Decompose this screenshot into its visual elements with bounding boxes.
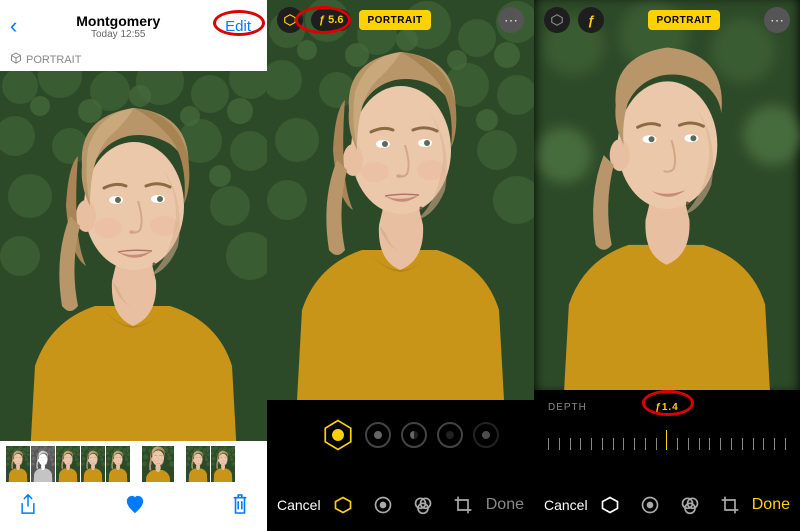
adjust-tab-icon[interactable]: [373, 495, 393, 515]
thumbnail[interactable]: [6, 446, 30, 482]
aperture-pill[interactable]: ƒ 5.6: [311, 9, 351, 31]
editor-tool-tabs: [321, 495, 486, 515]
crop-tab-icon[interactable]: [453, 495, 473, 515]
crop-tab-icon[interactable]: [720, 495, 740, 515]
trash-icon[interactable]: [231, 493, 249, 521]
aperture-value: ƒ 5.6: [319, 14, 343, 26]
portrait-mode-badge[interactable]: PORTRAIT: [648, 10, 719, 30]
lighting-stage[interactable]: [437, 422, 463, 448]
more-icon[interactable]: ⋯: [498, 7, 524, 33]
aperture-toggle-button[interactable]: ƒ: [578, 7, 604, 33]
adjust-tab-icon[interactable]: [640, 495, 660, 515]
lighting-toggle-button[interactable]: [544, 7, 570, 33]
main-photo[interactable]: [0, 71, 267, 441]
lighting-studio[interactable]: [365, 422, 391, 448]
editor-depth-pane: ƒ PORTRAIT ⋯ DEPTH ƒ1.4 Cancel Done: [534, 0, 800, 531]
depth-slider-thumb[interactable]: [666, 430, 667, 450]
portrait-label: PORTRAIT: [26, 54, 81, 66]
lighting-contour[interactable]: [401, 422, 427, 448]
portrait-tab-icon[interactable]: [600, 495, 620, 515]
cancel-button[interactable]: Cancel: [277, 497, 321, 513]
cancel-button[interactable]: Cancel: [544, 497, 588, 513]
depth-control-header: DEPTH ƒ1.4: [534, 395, 800, 419]
done-button[interactable]: Done: [486, 496, 524, 514]
more-icon[interactable]: ⋯: [764, 7, 790, 33]
header-title-block: Montgomery Today 12:55: [76, 13, 160, 40]
back-button[interactable]: ‹: [10, 13, 17, 39]
lighting-natural-selected[interactable]: [321, 418, 355, 452]
edit-button[interactable]: Edit: [219, 16, 257, 37]
portrait-badge-row: PORTRAIT: [0, 48, 267, 71]
lighting-toggle-button[interactable]: [277, 7, 303, 33]
editor-lighting-pane: ƒ 5.6 PORTRAIT ⋯ Cancel Done: [267, 0, 534, 531]
thumbnail[interactable]: [81, 446, 105, 482]
editor-bottom-toolbar: Cancel Done: [534, 479, 800, 531]
lighting-effects-row[interactable]: [267, 410, 534, 460]
editor-photo[interactable]: [267, 0, 534, 400]
photos-header: ‹ Montgomery Today 12:55 Edit: [0, 0, 267, 48]
editor-bottom-toolbar: Cancel Done: [267, 479, 534, 531]
depth-slider[interactable]: [548, 420, 786, 450]
editor-top-toolbar: ƒ PORTRAIT ⋯: [534, 0, 800, 40]
thumbnail-strip[interactable]: [0, 441, 267, 483]
photos-bottom-toolbar: [0, 483, 267, 531]
lighting-stage-mono[interactable]: [473, 422, 499, 448]
thumbnail[interactable]: [56, 446, 80, 482]
thumbnail[interactable]: [106, 446, 130, 482]
portrait-mode-badge[interactable]: PORTRAIT: [359, 10, 430, 30]
filters-tab-icon[interactable]: [413, 495, 433, 515]
photos-view-pane: ‹ Montgomery Today 12:55 Edit PORTRAIT: [0, 0, 267, 531]
editor-photo-blurred[interactable]: [534, 0, 800, 390]
depth-value: ƒ1.4: [655, 402, 678, 413]
share-icon[interactable]: [18, 493, 38, 521]
editor-top-toolbar: ƒ 5.6 PORTRAIT ⋯: [267, 0, 534, 40]
done-button[interactable]: Done: [752, 496, 790, 514]
editor-tool-tabs: [588, 495, 752, 515]
thumbnail[interactable]: [186, 446, 210, 482]
favorite-icon[interactable]: [124, 494, 146, 520]
portrait-tab-icon[interactable]: [333, 495, 353, 515]
depth-label: DEPTH: [548, 402, 587, 413]
thumbnail[interactable]: [211, 446, 235, 482]
album-title: Montgomery: [76, 13, 160, 29]
cube-icon: [10, 52, 22, 67]
thumbnail-selected[interactable]: [142, 446, 174, 482]
photo-timestamp: Today 12:55: [76, 29, 160, 40]
filters-tab-icon[interactable]: [680, 495, 700, 515]
thumbnail[interactable]: [31, 446, 55, 482]
